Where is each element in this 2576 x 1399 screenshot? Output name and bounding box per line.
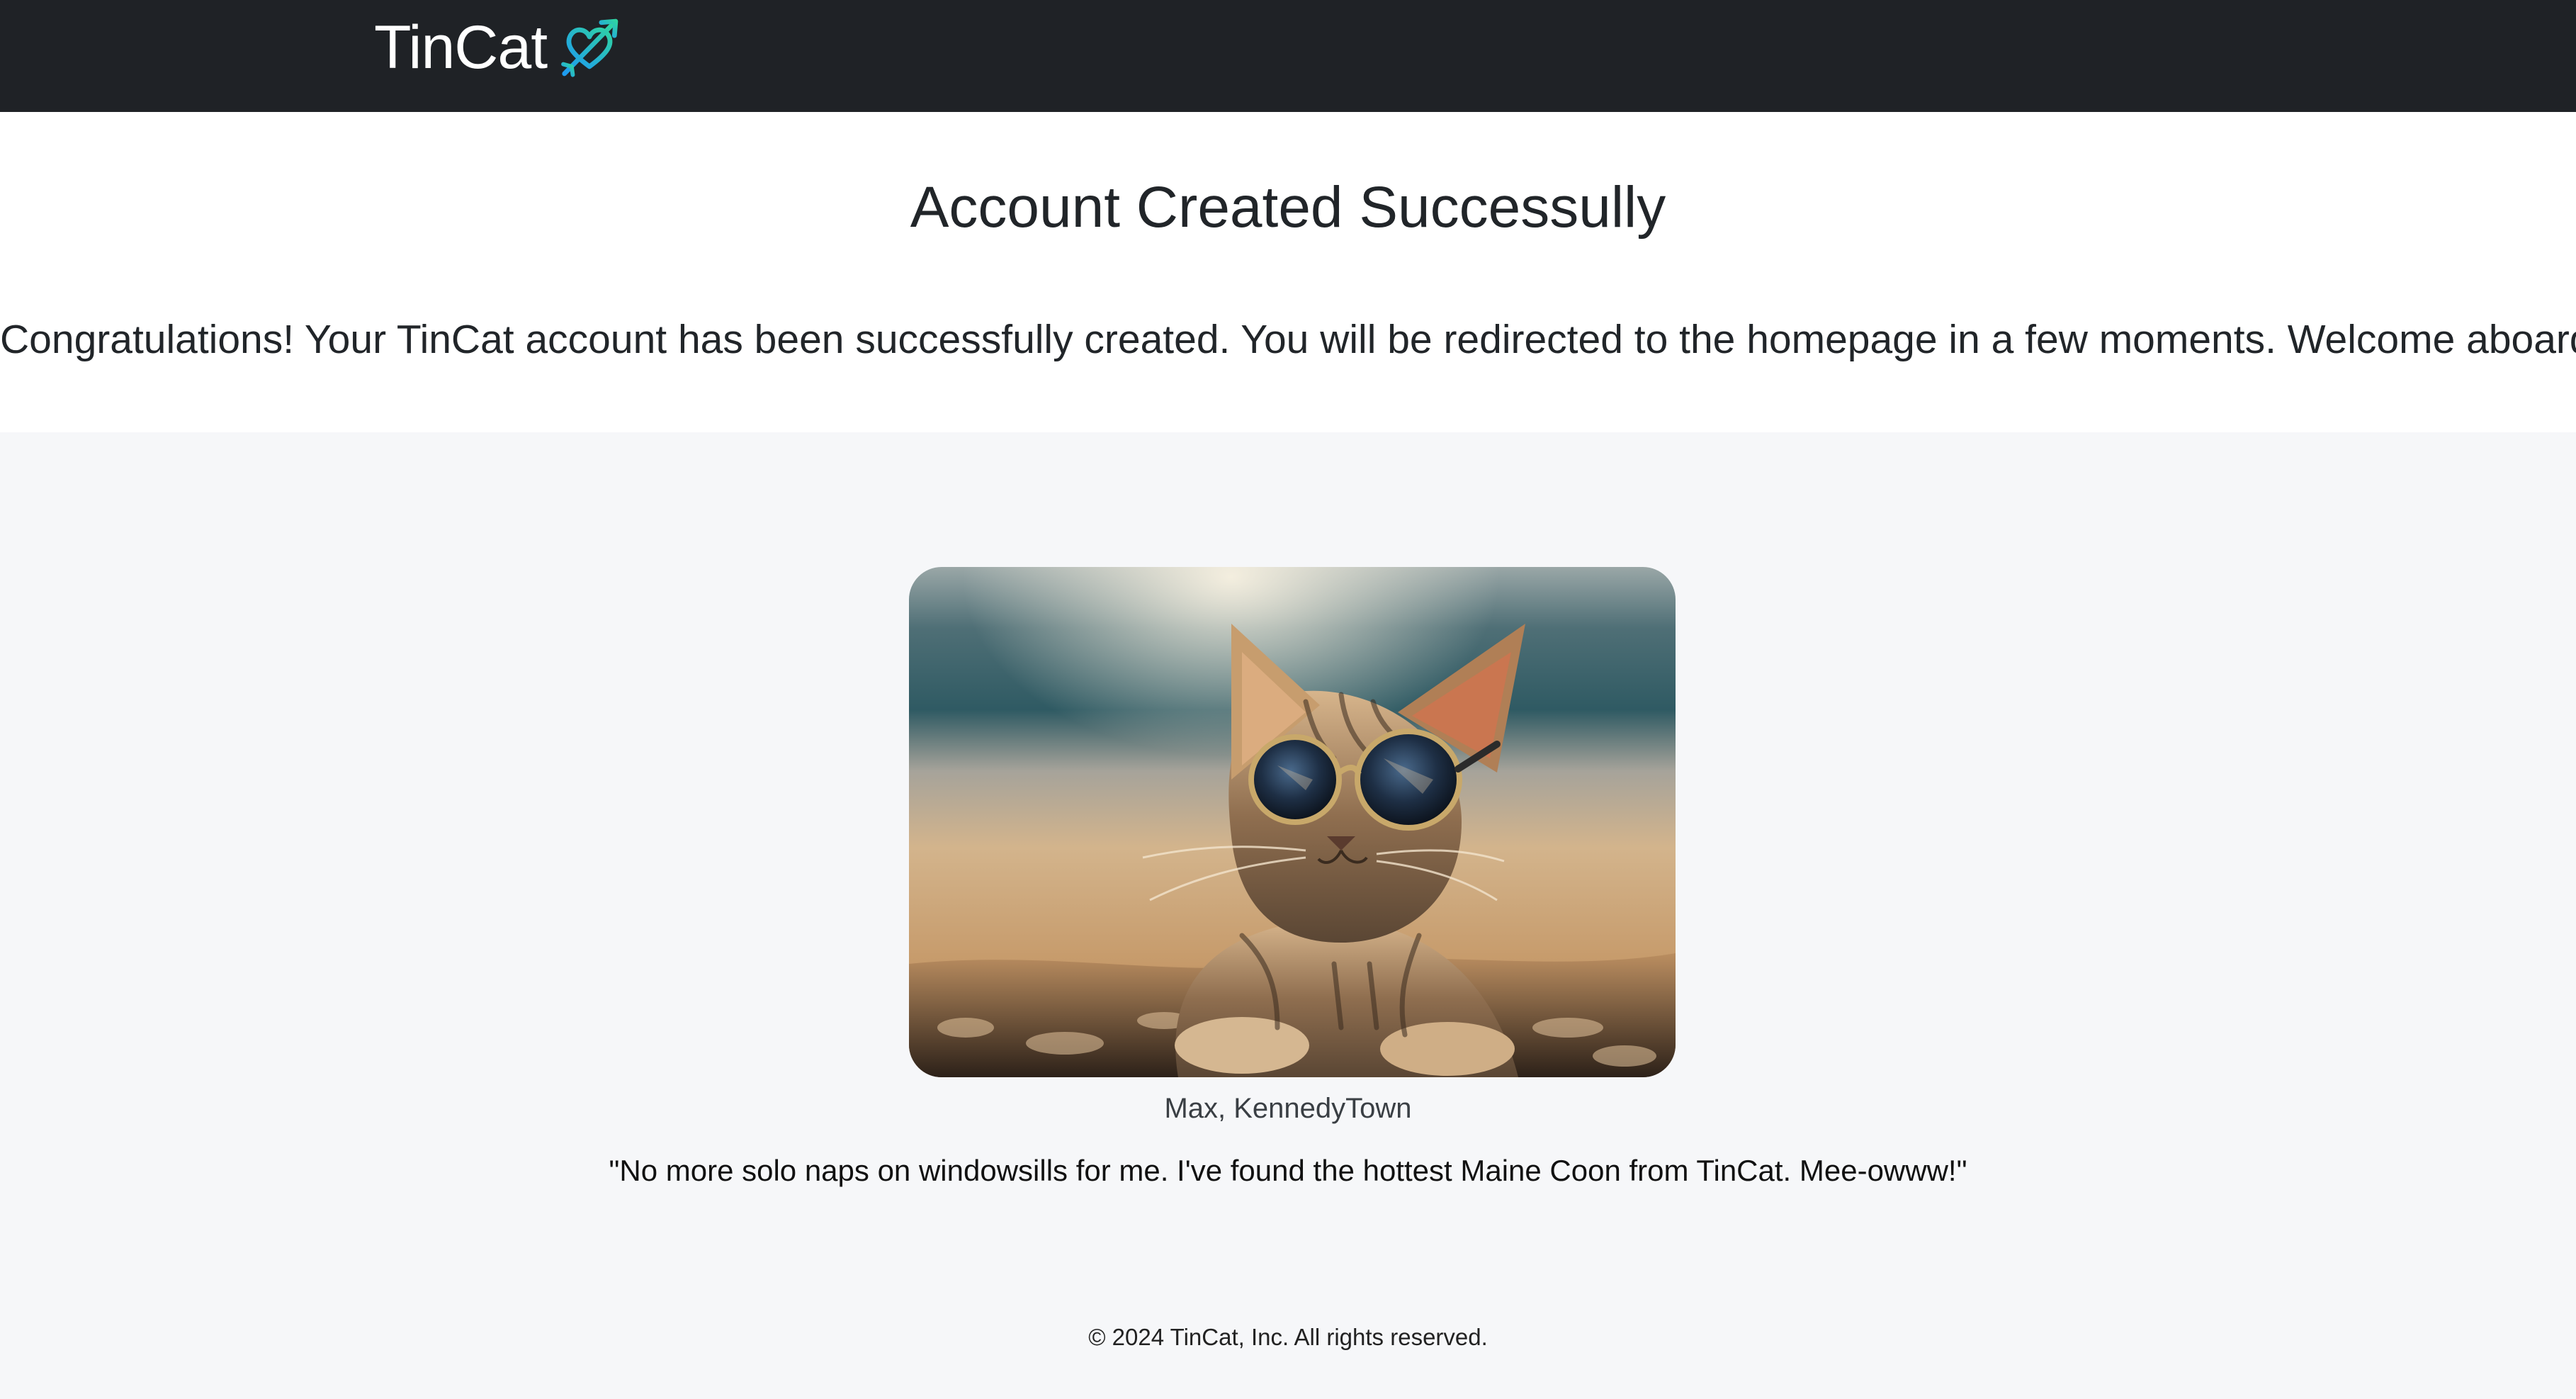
hero-section: Account Created Successully Congratulati… <box>0 112 2576 432</box>
success-message: Congratulations! Your TinCat account has… <box>0 317 2576 362</box>
testimonial-section: Max, KennedyTown "No more solo naps on w… <box>0 432 2576 1304</box>
cat-with-sunglasses-photo <box>909 567 1676 1077</box>
testimonial-author: Max, KennedyTown <box>1164 1093 1412 1124</box>
brand-link[interactable]: TinCat <box>374 9 619 86</box>
heart-arrow-icon <box>561 18 618 77</box>
navbar: TinCat <box>0 0 2576 112</box>
brand-name: TinCat <box>374 13 548 82</box>
page-title: Account Created Successully <box>910 175 1666 240</box>
testimonial-quote: "No more solo naps on windowsills for me… <box>609 1154 1967 1187</box>
copyright-text: © 2024 TinCat, Inc. All rights reserved. <box>1088 1324 1488 1350</box>
footer: © 2024 TinCat, Inc. All rights reserved. <box>0 1324 2576 1351</box>
